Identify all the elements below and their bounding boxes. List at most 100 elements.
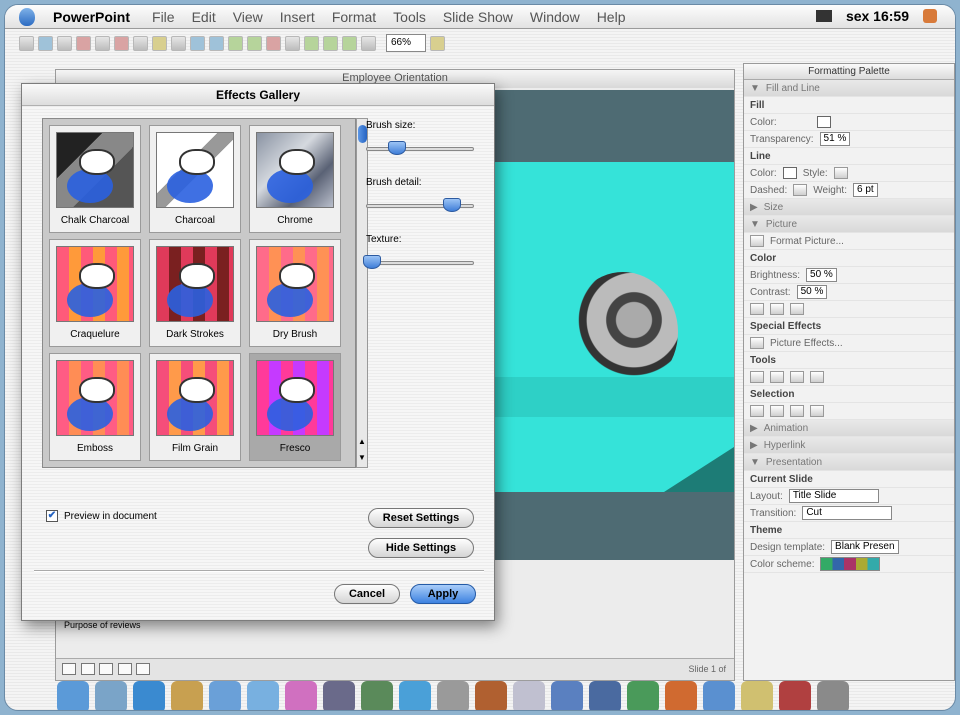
section-presentation[interactable]: ▼ Presentation	[744, 454, 954, 471]
fix-icon[interactable]	[810, 371, 824, 383]
oval-select-icon[interactable]	[770, 405, 784, 417]
weight-field[interactable]: 6 pt	[852, 183, 878, 197]
section-fill-and-line[interactable]: ▼ Fill and Line	[744, 80, 954, 97]
zoom-select[interactable]: 66%	[386, 34, 426, 52]
cancel-button[interactable]: Cancel	[334, 584, 400, 604]
format-picture-row[interactable]: Format Picture...	[744, 233, 954, 250]
slide-canvas[interactable]	[476, 162, 734, 492]
app-switcher-icon[interactable]	[923, 9, 937, 23]
redo-icon[interactable]	[209, 35, 224, 51]
rotate-icon[interactable]	[790, 371, 804, 383]
chart-icon[interactable]	[228, 35, 243, 51]
apply-button[interactable]: Apply	[410, 584, 476, 604]
flower-icon[interactable]	[285, 681, 317, 710]
effect-tile[interactable]: Craquelure	[49, 239, 141, 347]
effect-tile[interactable]: Dark Strokes	[149, 239, 241, 347]
system-prefs-icon[interactable]	[437, 681, 469, 710]
network-icon[interactable]	[703, 681, 735, 710]
clock[interactable]: sex 16:59	[846, 8, 909, 24]
menu-file[interactable]: File	[152, 9, 175, 25]
slide-pane[interactable]	[476, 90, 734, 560]
menu-tools[interactable]: Tools	[393, 9, 426, 25]
setting-slider[interactable]	[362, 253, 476, 273]
help-icon[interactable]	[430, 35, 445, 51]
internet-explorer-icon[interactable]	[133, 681, 165, 710]
word-icon[interactable]	[551, 681, 583, 710]
imovie-icon[interactable]	[323, 681, 355, 710]
set-transparent-icon[interactable]	[770, 303, 784, 315]
print-icon[interactable]	[95, 35, 110, 51]
excel-icon[interactable]	[627, 681, 659, 710]
film-reel-image[interactable]	[568, 272, 678, 392]
new-icon[interactable]	[19, 35, 34, 51]
straighten-icon[interactable]	[770, 371, 784, 383]
gallery-icon[interactable]	[323, 35, 338, 51]
menu-window[interactable]: Window	[530, 9, 580, 25]
line-style-icon[interactable]	[833, 167, 848, 179]
section-picture[interactable]: ▼ Picture	[744, 216, 954, 233]
picture-effects-icon[interactable]	[750, 337, 764, 349]
photoshop-icon[interactable]	[475, 681, 507, 710]
picture-icon[interactable]	[266, 35, 281, 51]
effect-tile[interactable]: Charcoal	[149, 125, 241, 233]
open-icon[interactable]	[38, 35, 53, 51]
transparency-field[interactable]: 51 %	[819, 132, 851, 146]
setting-slider[interactable]	[366, 196, 476, 216]
effect-tile[interactable]: Chalk Charcoal	[49, 125, 141, 233]
setting-slider[interactable]	[366, 139, 476, 159]
save-icon[interactable]	[57, 35, 72, 51]
menu-format[interactable]: Format	[332, 9, 376, 25]
checkbox-checked-icon[interactable]: ✔	[46, 510, 58, 522]
table-icon[interactable]	[247, 35, 262, 51]
picture-effects-label[interactable]: Picture Effects...	[770, 338, 843, 349]
slider-knob[interactable]	[362, 255, 381, 269]
slider-knob[interactable]	[442, 198, 461, 212]
undo-icon[interactable]	[190, 35, 205, 51]
media-icon[interactable]	[342, 35, 357, 51]
copy-icon[interactable]	[133, 35, 148, 51]
image-color-icon[interactable]	[750, 303, 764, 315]
section-animation[interactable]: ▶ Animation	[744, 420, 954, 437]
hide-settings-button[interactable]: Hide Settings	[368, 538, 474, 558]
reset-settings-button[interactable]: Reset Settings	[368, 508, 474, 528]
transition-select[interactable]: Cut	[802, 506, 893, 520]
ichat-icon[interactable]	[247, 681, 279, 710]
menu-edit[interactable]: Edit	[192, 9, 216, 25]
slide-view-button[interactable]	[99, 663, 114, 675]
format-picture-icon[interactable]	[750, 235, 764, 247]
section-hyperlink[interactable]: ▶ Hyperlink	[744, 437, 954, 454]
display-icon[interactable]	[815, 10, 832, 22]
effect-tile[interactable]: Chrome	[249, 125, 341, 233]
slide-icon[interactable]	[285, 35, 300, 51]
color-scheme-select[interactable]	[820, 557, 881, 571]
polygon-lasso-icon[interactable]	[810, 405, 824, 417]
powerpoint-icon[interactable]	[665, 681, 697, 710]
quicktime-icon[interactable]	[399, 681, 431, 710]
font-icon[interactable]	[589, 681, 621, 710]
rect-select-icon[interactable]	[750, 405, 764, 417]
section-size[interactable]: ▶ Size	[744, 199, 954, 216]
lasso-icon[interactable]	[790, 405, 804, 417]
acrobat-icon[interactable]	[779, 681, 811, 710]
slider-track[interactable]	[366, 261, 474, 265]
picture-effects-row[interactable]: Picture Effects...	[744, 335, 954, 352]
layout-select[interactable]: Title Slide	[788, 489, 879, 503]
apple-icon[interactable]	[19, 7, 35, 26]
effect-tile[interactable]: Emboss	[49, 353, 141, 461]
format-picture-label[interactable]: Format Picture...	[770, 236, 844, 247]
brightness-field[interactable]: 50 %	[806, 268, 837, 282]
slideshow-view-button[interactable]	[136, 663, 151, 675]
menu-insert[interactable]: Insert	[280, 9, 315, 25]
menu-app-name[interactable]: PowerPoint	[53, 9, 130, 25]
effect-tile[interactable]: Fresco	[249, 353, 341, 461]
format-painter-icon[interactable]	[171, 35, 186, 51]
notes-pane[interactable]: Purpose of reviews	[58, 618, 288, 654]
finder-icon[interactable]	[57, 681, 89, 710]
menu-help[interactable]: Help	[597, 9, 626, 25]
sherlock-icon[interactable]	[171, 681, 203, 710]
effect-tile[interactable]: Film Grain	[149, 353, 241, 461]
flag-icon[interactable]	[76, 35, 91, 51]
cut-icon[interactable]	[114, 35, 129, 51]
fill-color-swatch[interactable]	[816, 116, 831, 128]
toolbox-icon[interactable]	[304, 35, 319, 51]
